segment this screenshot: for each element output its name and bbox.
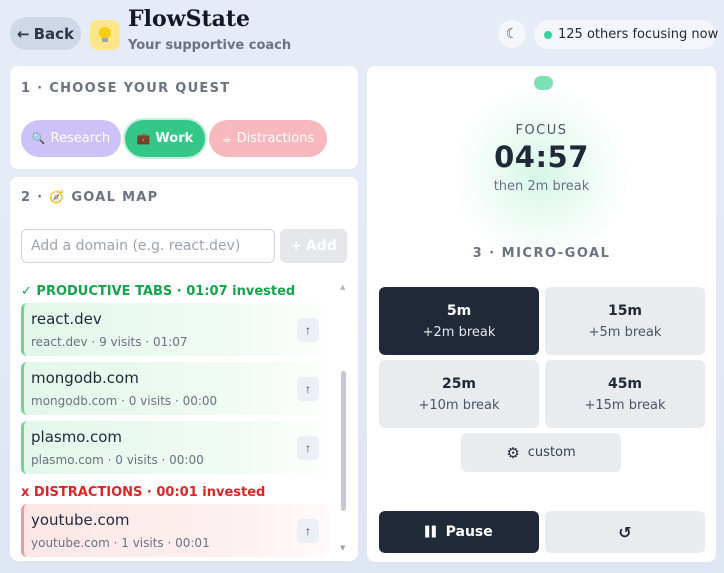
coffee-icon: ☕ — [221, 132, 232, 145]
micro-goal-5m-button[interactable]: 5m +2m break — [379, 287, 539, 355]
list-item: youtube.com youtube.com · 1 visits · 00:… — [21, 504, 329, 557]
add-label: Add — [305, 238, 337, 254]
arrow-up-icon: ↑ — [305, 382, 311, 396]
site-meta: mongodb.com · 0 visits · 00:00 — [31, 394, 218, 408]
pause-icon: ▌▌ — [425, 526, 439, 538]
productive-heading: ✓ PRODUCTIVE TABS · 01:07 invested — [21, 284, 296, 299]
timer-card: FOCUS 04:57 then 2m break 3 · MICRO-GOAL… — [367, 66, 716, 562]
quest-distractions-label: Distractions — [236, 131, 315, 146]
quest-card: 1 · CHOOSE YOUR QUEST 🔍 Research 💼 Work … — [10, 66, 358, 169]
compass-icon: 🧭 — [49, 190, 66, 204]
magnifier-icon: 🔍 — [31, 132, 46, 145]
custom-goal-button[interactable]: ⚙ custom — [461, 433, 621, 472]
quest-title: 1 · CHOOSE YOUR QUEST — [21, 81, 231, 96]
goal-map-title-text: GOAL MAP — [71, 190, 159, 205]
scroll-down-icon[interactable]: ▼ — [340, 544, 345, 552]
site-name: react.dev — [31, 310, 102, 328]
site-meta: plasmo.com · 0 visits · 00:00 — [31, 453, 204, 467]
site-meta: youtube.com · 1 visits · 00:01 — [31, 536, 210, 550]
quest-research-button[interactable]: 🔍 Research — [21, 120, 121, 157]
lightbulb-icon — [90, 20, 120, 50]
pause-label: Pause — [445, 524, 493, 540]
arrow-up-icon: ↑ — [305, 441, 311, 455]
back-label: Back — [33, 24, 74, 43]
arrow-up-icon: ↑ — [305, 524, 311, 538]
micro-goal-15m-button[interactable]: 15m +5m break — [545, 287, 705, 355]
site-name: youtube.com — [31, 511, 130, 529]
micro-goal-duration: 5m — [446, 302, 472, 319]
briefcase-icon: 💼 — [136, 132, 151, 145]
quest-work-label: Work — [155, 131, 194, 146]
distractions-heading: x DISTRACTIONS · 00:01 invested — [21, 485, 266, 500]
pause-button[interactable]: ▌▌ Pause — [379, 511, 539, 553]
list-item: plasmo.com plasmo.com · 0 visits · 00:00… — [21, 421, 329, 474]
site-name: mongodb.com — [31, 369, 139, 387]
goal-map-step: 2 · — [21, 190, 44, 205]
scroll-up-icon[interactable]: ▲ — [340, 283, 345, 291]
site-name: plasmo.com — [31, 428, 123, 446]
site-meta: react.dev · 9 visits · 01:07 — [31, 335, 188, 349]
online-dot-icon — [544, 30, 552, 39]
break-note: then 2m break — [493, 179, 590, 194]
move-up-button[interactable]: ↑ — [297, 377, 319, 401]
quest-distractions-button[interactable]: ☕ Distractions — [209, 120, 327, 157]
micro-goal-break: +15m break — [584, 397, 666, 413]
presence-badge: 125 others focusing now — [534, 20, 719, 49]
reset-button[interactable]: ↺ — [545, 511, 705, 553]
goal-map-title: 2 · 🧭 GOAL MAP — [21, 190, 159, 205]
list-item: react.dev react.dev · 9 visits · 01:07 ↑ — [21, 303, 329, 356]
micro-goal-duration: 25m — [441, 375, 477, 392]
app-subtitle: Your supportive coach — [128, 38, 292, 53]
domain-input[interactable] — [21, 229, 275, 263]
reset-icon: ↺ — [618, 522, 632, 542]
moon-icon[interactable]: ☾ — [498, 20, 526, 48]
micro-goal-break: +2m break — [422, 324, 496, 340]
move-up-button[interactable]: ↑ — [297, 436, 319, 460]
move-up-button[interactable]: ↑ — [297, 318, 319, 342]
timer-value: 04:57 — [494, 140, 589, 174]
quest-work-button[interactable]: 💼 Work — [125, 120, 205, 157]
mode-label: FOCUS — [515, 123, 568, 138]
move-up-button[interactable]: ↑ — [297, 519, 319, 543]
micro-goal-duration: 45m — [607, 375, 643, 392]
scroll-thumb[interactable] — [341, 371, 346, 511]
micro-goal-45m-button[interactable]: 45m +15m break — [545, 360, 705, 428]
micro-goal-title: 3 · MICRO-GOAL — [472, 246, 611, 261]
micro-goal-break: +5m break — [588, 324, 662, 340]
status-indicator — [534, 76, 553, 90]
presence-text: 125 others focusing now — [558, 27, 719, 42]
add-domain-button[interactable]: + Add — [280, 229, 347, 263]
micro-goal-duration: 15m — [607, 302, 643, 319]
micro-goal-break: +10m break — [418, 397, 500, 413]
gear-icon: ⚙ — [506, 443, 520, 462]
micro-goal-25m-button[interactable]: 25m +10m break — [379, 360, 539, 428]
app-title: FlowState — [128, 6, 251, 32]
quest-research-label: Research — [50, 131, 111, 146]
plus-icon: + — [290, 238, 302, 254]
goal-map-card: 2 · 🧭 GOAL MAP + Add ✓ PRODUCTIVE TABS ·… — [10, 177, 358, 561]
list-item: mongodb.com mongodb.com · 0 visits · 00:… — [21, 362, 329, 415]
scrollbar[interactable]: ▲ ▼ — [340, 283, 348, 555]
arrow-up-icon: ↑ — [305, 323, 311, 337]
timer-glow — [451, 84, 631, 264]
custom-label: custom — [527, 445, 576, 460]
arrow-left-icon: ← — [16, 24, 30, 43]
back-button[interactable]: ← Back — [10, 17, 81, 50]
